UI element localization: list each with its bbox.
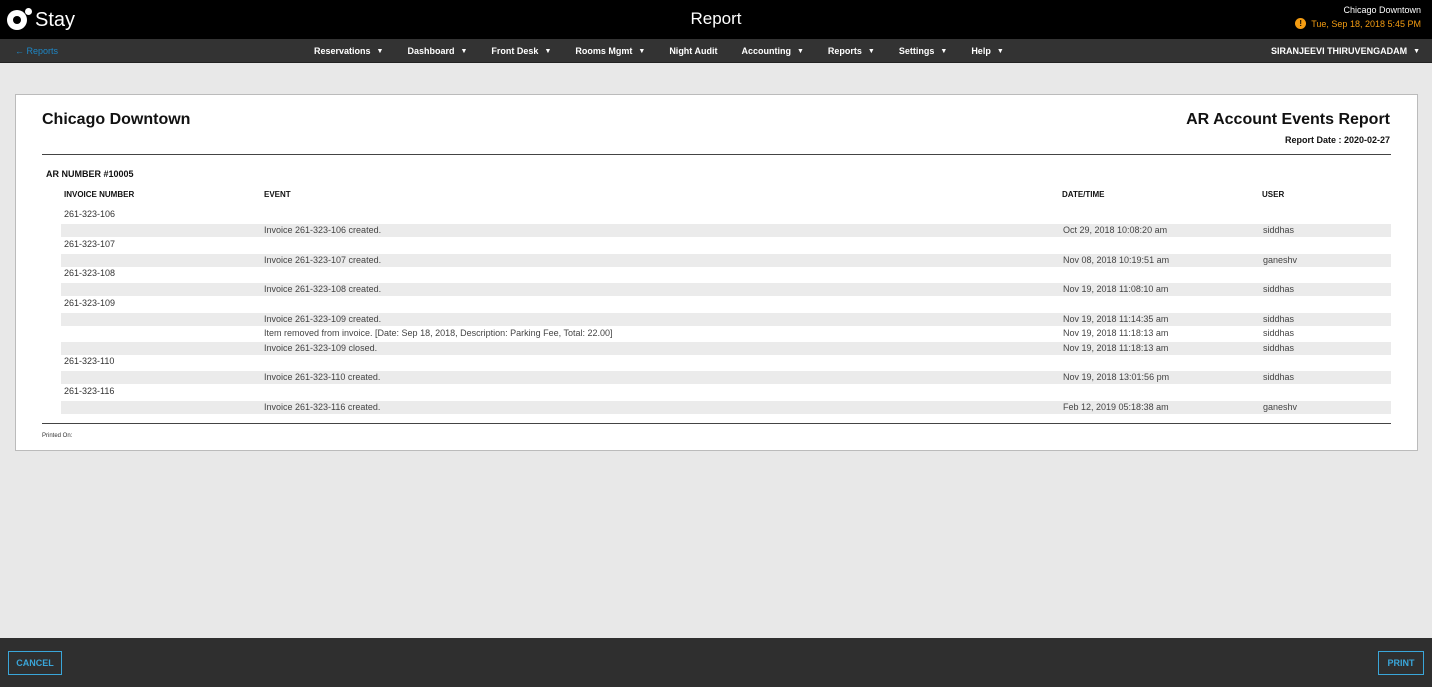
nav-item-label: Front Desk: [491, 46, 539, 56]
table-row: Invoice 261-323-109 created. Nov 19, 2018…: [61, 312, 1391, 326]
chevron-down-icon: ▼: [1413, 47, 1420, 55]
table-row: Invoice 261-323-107 created. Nov 08, 2018…: [61, 253, 1391, 267]
nav-item-dashboard[interactable]: Dashboard ▼: [407, 46, 467, 56]
event-user: siddhas: [1263, 342, 1295, 353]
back-to-reports-link[interactable]: ← Reports: [15, 46, 58, 56]
user-menu[interactable]: SIRANJEEVI THIRUVENGADAM ▼: [1271, 46, 1420, 56]
alert-icon[interactable]: !: [1295, 18, 1307, 29]
footer-bar: CANCEL PRINT: [0, 638, 1432, 687]
nav-item-settings[interactable]: Settings ▼: [899, 46, 947, 56]
report-panel: Chicago Downtown AR Account Events Repor…: [15, 94, 1418, 451]
nav-item-label: Night Audit: [669, 46, 718, 56]
hotel-name: Chicago Downtown: [1343, 5, 1421, 15]
ar-number: AR NUMBER #10005: [46, 169, 134, 179]
table-row: Item removed from invoice. [Date: Sep 18…: [61, 327, 1391, 340]
event-datetime: Feb 12, 2019 05:18:38 am: [1063, 401, 1169, 412]
event-event: Invoice 261-323-116 created.: [264, 401, 381, 412]
nav-item-night-audit[interactable]: Night Audit: [669, 46, 717, 56]
event-datetime: Nov 19, 2018 11:08:10 am: [1063, 284, 1169, 294]
chevron-down-icon: ▼: [460, 47, 468, 55]
column-header-event: EVENT: [264, 190, 291, 199]
table-row: Invoice 261-323-109 closed. Nov 19, 2018 …: [61, 341, 1391, 355]
event-user: siddhas: [1263, 328, 1295, 338]
report-date: Report Date : 2020-02-27: [1284, 135, 1390, 145]
chevron-down-icon: ▼: [996, 47, 1004, 55]
nav-item-front-desk[interactable]: Front Desk ▼: [491, 46, 551, 56]
event-datetime: Nov 19, 2018 11:18:13 am: [1063, 342, 1169, 353]
nav-item-label: Accounting: [741, 46, 791, 56]
chevron-down-icon: ▼: [940, 47, 948, 55]
event-datetime: Nov 08, 2018 10:19:51 am: [1063, 254, 1170, 265]
datetime-text: Tue, Sep 18, 2018 5:45 PM: [1311, 18, 1421, 29]
event-event: Invoice 261-323-109 closed.: [264, 342, 378, 353]
nav-item-label: Help: [971, 46, 991, 56]
table-row: Invoice 261-323-108 created. Nov 19, 2018…: [61, 283, 1391, 296]
cancel-button[interactable]: CANCEL: [8, 651, 62, 675]
nav-item-help[interactable]: Help ▼: [971, 46, 1003, 56]
invoice-number: 261-323-108: [64, 268, 116, 278]
event-event: Invoice 261-323-106 created.: [264, 225, 382, 235]
event-user: siddhas: [1263, 225, 1295, 235]
nav-item-label: Settings: [898, 46, 935, 56]
nav-menu: Reservations ▼ Dashboard ▼ Front Desk ▼ Rooms …: [314, 39, 1028, 63]
event-user: siddhas: [1263, 313, 1295, 324]
event-event: Item removed from invoice. [Date: Sep 18…: [264, 328, 613, 338]
hotel-info: Chicago Downtown ! Tue, Sep 18, 2018 5:4…: [1295, 5, 1421, 29]
chevron-down-icon: ▼: [638, 47, 646, 55]
footer-divider: [42, 423, 1391, 424]
nav-item-label: Reports: [827, 46, 862, 56]
top-bar: Stay Report Chicago Downtown ! Tue, Sep …: [0, 0, 1432, 39]
event-datetime: Nov 19, 2018 11:14:35 am: [1063, 313, 1169, 324]
invoice-number: 261-323-116: [64, 385, 115, 396]
header-divider: [42, 154, 1391, 155]
printed-on-label: Printed On:: [42, 433, 73, 439]
column-header-invoice: INVOICE NUMBER: [64, 190, 135, 199]
event-user: ganeshv: [1263, 254, 1298, 265]
event-user: ganeshv: [1263, 401, 1298, 412]
report-title: AR Account Events Report: [1186, 111, 1390, 128]
user-name: SIRANJEEVI THIRUVENGADAM: [1271, 46, 1408, 56]
invoice-number: 261-323-107: [64, 238, 116, 249]
nav-item-rooms-mgmt[interactable]: Rooms Mgmt ▼: [575, 46, 645, 56]
report-hotel-name: Chicago Downtown: [42, 111, 191, 128]
print-button[interactable]: PRINT: [1378, 651, 1424, 675]
column-header-user: USER: [1262, 190, 1285, 199]
main-nav: ← Reports Reservations ▼ Dashboard ▼ Front D…: [0, 39, 1432, 63]
chevron-down-icon: ▼: [376, 47, 384, 55]
invoice-number: 261-323-110: [64, 356, 115, 366]
event-event: Invoice 261-323-108 created.: [264, 284, 382, 294]
column-header-datetime: DATE/TIME: [1062, 190, 1105, 199]
nav-item-label: Dashboard: [407, 46, 455, 56]
event-event: Invoice 261-323-107 created.: [264, 254, 382, 265]
nav-item-label: Rooms Mgmt: [575, 46, 633, 56]
event-datetime: Oct 29, 2018 10:08:20 am: [1063, 225, 1168, 235]
event-event: Invoice 261-323-109 created.: [264, 313, 382, 324]
chevron-down-icon: ▼: [867, 47, 875, 55]
event-datetime: Nov 19, 2018 13:01:56 pm: [1063, 372, 1170, 382]
nav-item-reports[interactable]: Reports ▼: [828, 46, 875, 56]
invoice-number: 261-323-109: [64, 297, 116, 308]
chevron-down-icon: ▼: [544, 47, 552, 55]
hotel-datetime: ! Tue, Sep 18, 2018 5:45 PM: [1295, 18, 1421, 29]
event-user: siddhas: [1263, 284, 1295, 294]
table-row: Invoice 261-323-106 created. Oct 29, 2018…: [61, 224, 1391, 237]
table-row: Invoice 261-323-116 created. Feb 12, 2019…: [61, 400, 1391, 414]
chevron-down-icon: ▼: [796, 47, 804, 55]
invoice-number: 261-323-106: [64, 209, 116, 219]
nav-item-label: Reservations: [314, 46, 371, 56]
event-datetime: Nov 19, 2018 11:18:13 am: [1063, 328, 1169, 338]
table-row: Invoice 261-323-110 created. Nov 19, 2018…: [61, 371, 1391, 384]
event-event: Invoice 261-323-110 created.: [264, 372, 381, 382]
nav-item-accounting[interactable]: Accounting ▼: [741, 46, 803, 56]
nav-item-reservations[interactable]: Reservations ▼: [314, 46, 383, 56]
event-user: siddhas: [1263, 372, 1295, 382]
page-title: Report: [690, 9, 742, 28]
